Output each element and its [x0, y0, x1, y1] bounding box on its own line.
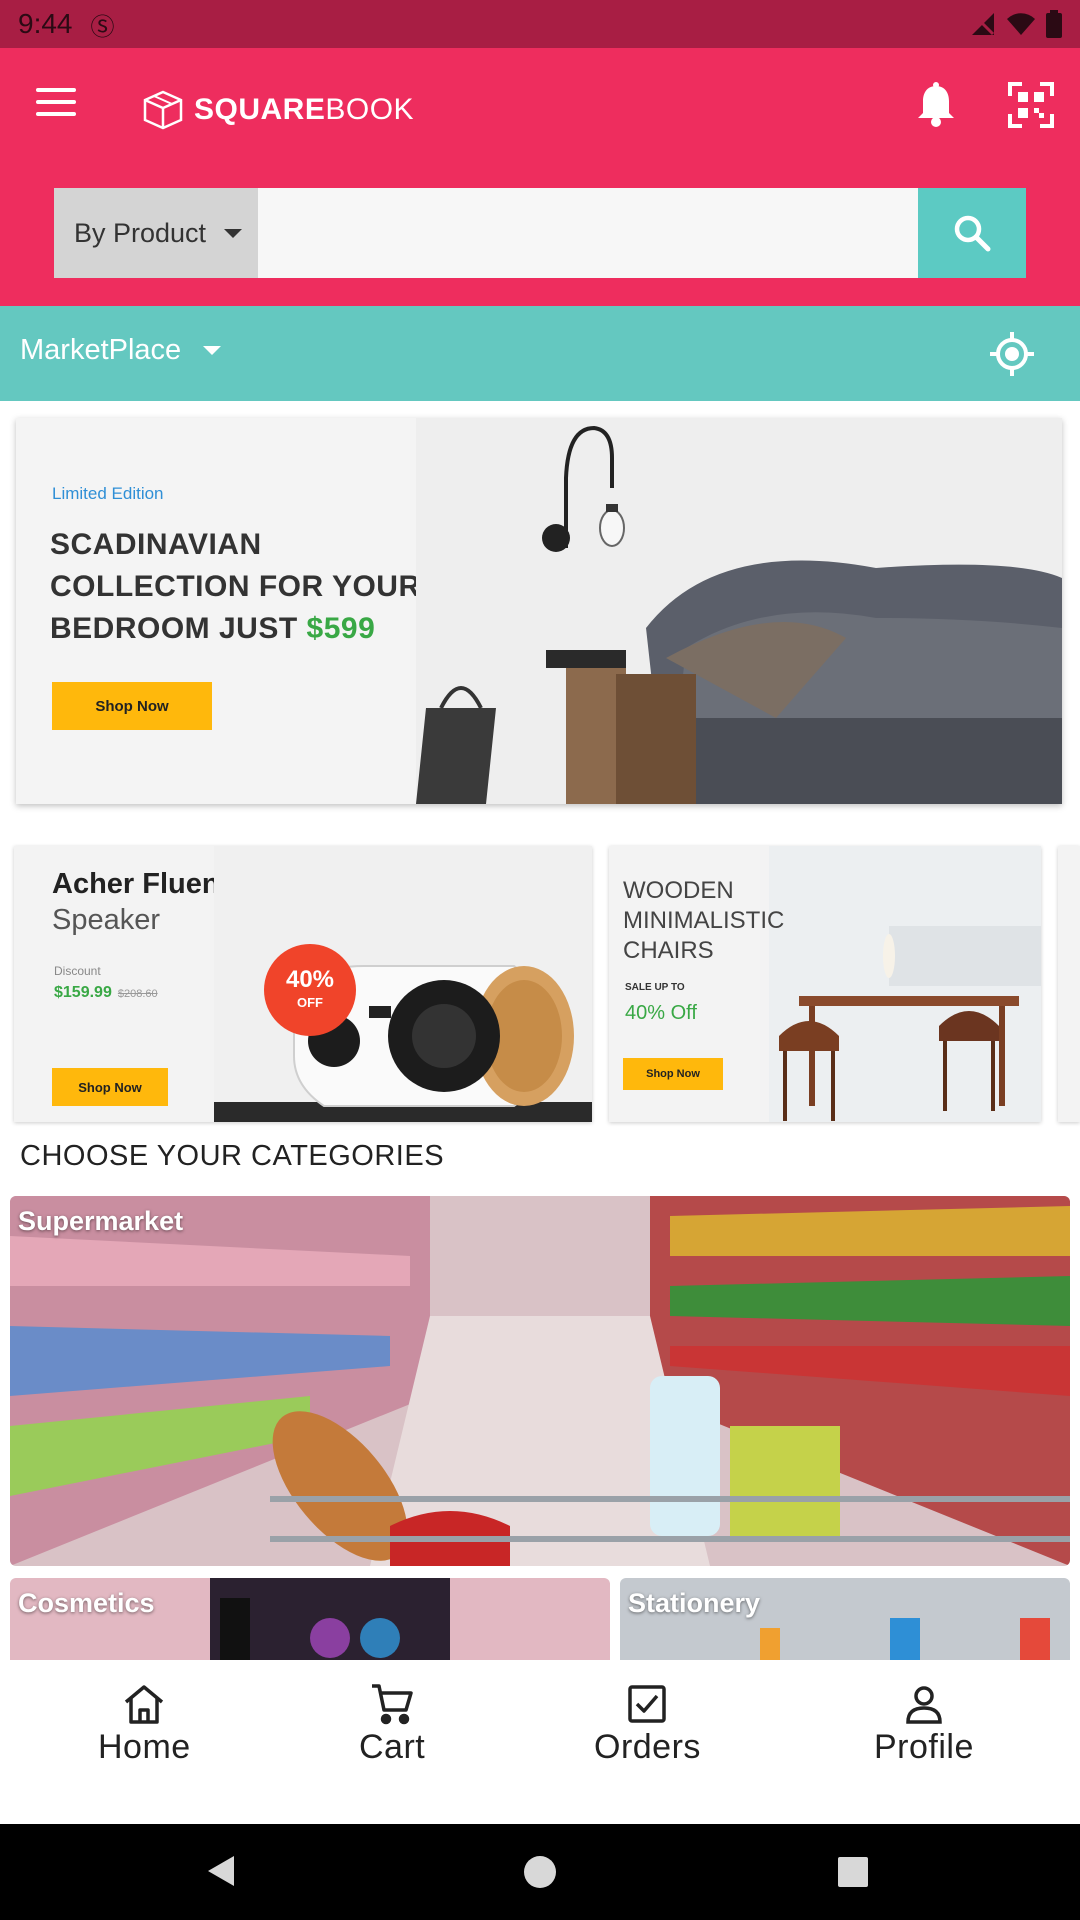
promo-next-card[interactable]: [1058, 846, 1080, 1122]
chevron-down-icon: [203, 346, 222, 355]
nav-profile[interactable]: Profile: [874, 1682, 974, 1767]
promo-chairs-off: 40% Off: [625, 1002, 697, 1024]
promo-chairs-title: WOODEN MINIMALISTIC CHAIRS: [623, 877, 785, 964]
system-navigation-bar: [0, 1824, 1080, 1920]
search-input[interactable]: [258, 188, 918, 278]
supermarket-image: [10, 1196, 1070, 1566]
back-icon[interactable]: [208, 1856, 234, 1886]
marketplace-bar: MarketPlace: [0, 306, 1080, 401]
qr-code-icon: [1008, 82, 1054, 128]
category-supermarket[interactable]: Supermarket: [10, 1196, 1070, 1566]
bottom-navigation: Home Cart Orders Profile: [0, 1660, 1080, 1824]
promo-speaker-badge-pct: 40%: [285, 966, 335, 993]
home-circle-icon[interactable]: [524, 1856, 556, 1888]
cart-icon: [372, 1684, 413, 1725]
nav-cart[interactable]: Cart: [359, 1682, 425, 1767]
hero-price: $599: [306, 612, 376, 645]
nav-orders-label: Orders: [594, 1728, 701, 1766]
category-cosmetics-label: Cosmetics: [18, 1588, 155, 1618]
logo-text: SQUAREBOOK: [194, 93, 414, 127]
logo-text-bold: SQUARE: [194, 93, 326, 126]
notification-s-icon: Ⓢ: [90, 13, 115, 41]
location-button[interactable]: [988, 330, 1036, 378]
promo-chairs-sale-label: SALE UP TO: [625, 982, 685, 993]
battery-icon: [1046, 10, 1062, 38]
marketplace-dropdown[interactable]: MarketPlace: [20, 334, 222, 367]
wifi-icon: [1007, 13, 1035, 35]
promo-chairs-card[interactable]: WOODEN MINIMALISTIC CHAIRS SALE UP TO 40…: [609, 846, 1041, 1122]
search-button[interactable]: [918, 188, 1026, 278]
chevron-down-icon: [224, 228, 242, 238]
menu-button[interactable]: [36, 88, 76, 118]
box-logo-icon: [143, 90, 183, 130]
categories-heading: CHOOSE YOUR CATEGORIES: [20, 1140, 445, 1172]
logo-text-light: BOOK: [325, 93, 415, 126]
nav-profile-label: Profile: [874, 1728, 974, 1766]
profile-icon: [906, 1686, 942, 1724]
hero-title-line2: COLLECTION FOR YOUR: [50, 570, 421, 603]
search-type-dropdown[interactable]: By Product: [54, 188, 258, 278]
promo-chairs-shop-now-button[interactable]: Shop Now: [623, 1058, 723, 1090]
nav-home[interactable]: Home: [98, 1682, 191, 1767]
qr-scan-button[interactable]: [1008, 82, 1054, 128]
hero-subtitle: Limited Edition: [52, 484, 164, 503]
promo-speaker-new-price: $159.99: [54, 984, 112, 1001]
category-stationery-label: Stationery: [628, 1588, 761, 1618]
promo-speaker-price: $159.99 $208.60: [54, 984, 158, 1002]
nav-cart-label: Cart: [359, 1728, 426, 1766]
marketplace-label: MarketPlace: [20, 334, 182, 366]
bell-icon: [918, 82, 954, 127]
notifications-button[interactable]: [916, 82, 956, 128]
menu-icon: [36, 88, 76, 92]
category-supermarket-label: Supermarket: [18, 1206, 184, 1236]
hero-title: SCADINAVIAN COLLECTION FOR YOUR BEDROOM …: [50, 524, 470, 650]
app-logo: SQUAREBOOK: [142, 90, 414, 130]
promo-speaker-old-price: $208.60: [117, 988, 158, 1000]
home-icon: [125, 1685, 164, 1724]
signal-off-icon: [971, 12, 995, 36]
search-type-label: By Product: [74, 217, 207, 248]
bedroom-image: [416, 418, 1062, 804]
status-bar: 9:44 Ⓢ: [0, 0, 1080, 48]
promo-speaker-card[interactable]: Acher Fluence Minimal Speaker Discount $…: [14, 846, 592, 1122]
hero-title-line3: BEDROOM JUST: [50, 612, 298, 645]
recent-apps-icon[interactable]: [838, 1857, 868, 1887]
promo-speaker-badge: 40% OFF: [264, 944, 356, 1036]
promo-speaker-shop-now-button[interactable]: Shop Now: [52, 1068, 168, 1106]
hero-title-line1: SCADINAVIAN: [50, 528, 262, 561]
search-bar: By Product: [54, 188, 1026, 278]
promo-speaker-discount-label: Discount: [54, 964, 101, 978]
hero-shop-now-button[interactable]: Shop Now: [52, 682, 212, 730]
orders-icon: [628, 1685, 667, 1723]
status-time: 9:44: [18, 8, 73, 39]
search-icon: [954, 215, 991, 252]
my-location-icon: [990, 332, 1034, 376]
status-icons: [970, 10, 1062, 38]
nav-orders[interactable]: Orders: [594, 1682, 701, 1767]
nav-home-label: Home: [98, 1728, 191, 1766]
hero-banner[interactable]: Limited Edition SCADINAVIAN COLLECTION F…: [16, 418, 1062, 804]
promo-speaker-badge-off: OFF: [297, 995, 323, 1010]
app-header: SQUAREBOOK By Product: [0, 48, 1080, 306]
